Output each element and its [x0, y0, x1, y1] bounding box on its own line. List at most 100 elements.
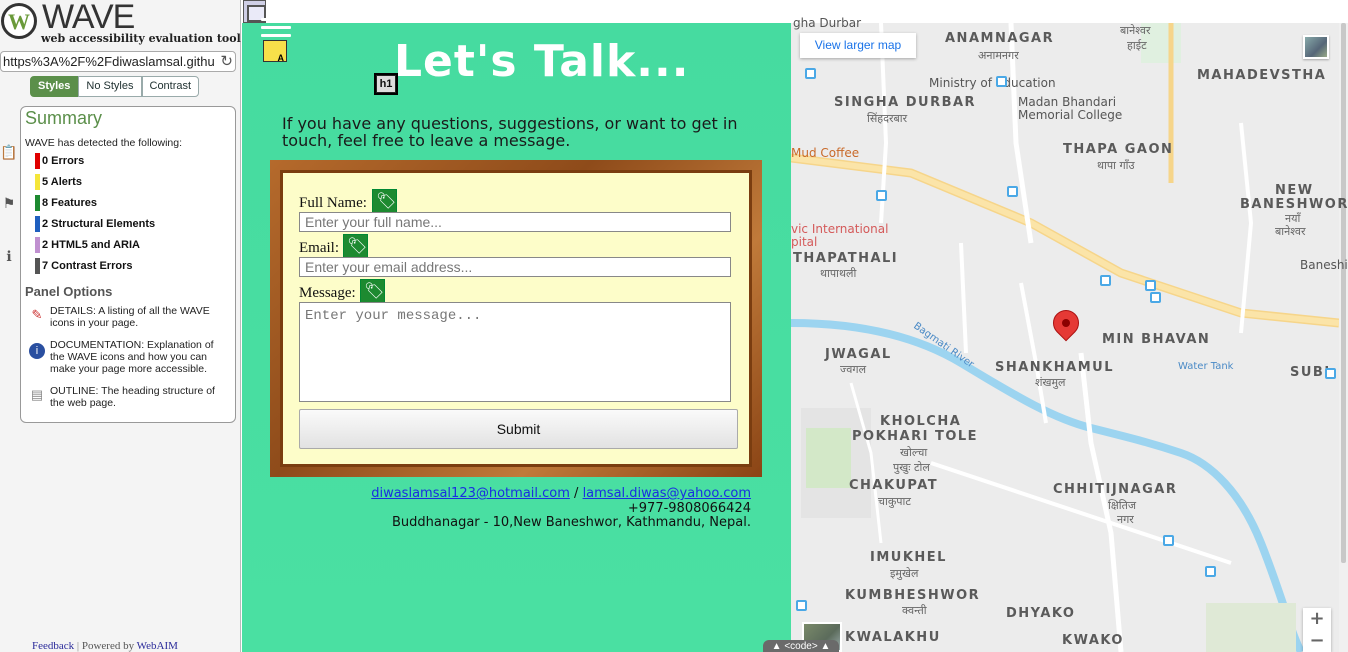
intro-text: If you have any questions, suggestions, … — [282, 114, 738, 150]
zoom-in-button[interactable]: + — [1303, 608, 1331, 630]
map-label: क्वन्ती — [902, 604, 927, 617]
map-label: SHANKHAMUL — [995, 360, 1114, 375]
page-title: Let's Talk... — [394, 36, 690, 87]
bus-stop-icon[interactable] — [876, 190, 887, 201]
aria-color-bar — [35, 237, 40, 253]
option-details[interactable]: DETAILS: A listing of all the WAVE icons… — [50, 305, 230, 329]
map-scrollbar[interactable] — [1339, 23, 1348, 652]
option-documentation[interactable]: DOCUMENTATION: Explanation of the WAVE i… — [50, 339, 230, 375]
phone-number: +977-9808066424 — [627, 500, 751, 516]
full-name-input[interactable]: Enter your full name... — [299, 212, 731, 232]
reload-icon[interactable]: ↻ — [220, 52, 233, 71]
poi-marker-icon[interactable] — [805, 68, 816, 79]
poi-label[interactable]: Ministry of Education — [929, 76, 1056, 90]
label-tag-icon[interactable] — [360, 279, 385, 304]
h1-heading-icon[interactable]: h1 — [374, 73, 398, 95]
poi-label[interactable]: gha Durbar — [793, 16, 861, 30]
panel-options-title: Panel Options — [25, 284, 113, 299]
option-outline[interactable]: OUTLINE: The heading structure of the we… — [50, 385, 230, 409]
map-label: बानेश्वर — [1275, 225, 1306, 238]
bus-stop-icon[interactable] — [1205, 566, 1216, 577]
wave-sidebar: W WAVE web accessibility evaluation tool… — [0, 0, 241, 652]
view-larger-map-link[interactable]: View larger map — [800, 33, 916, 58]
details-flag-icon[interactable]: ⚑ — [0, 195, 18, 217]
poi-label[interactable]: Madan Bhandari — [1018, 95, 1116, 109]
wave-logo[interactable]: W WAVE web accessibility evaluation tool — [0, 0, 241, 50]
map-label: ज्वगल — [840, 363, 867, 376]
map-label: THAPATHALI — [793, 251, 899, 266]
tab-styles[interactable]: Styles — [30, 76, 79, 97]
documentation-info-icon[interactable]: ℹ — [0, 248, 18, 270]
label-tag-icon[interactable] — [372, 189, 397, 214]
bus-stop-icon[interactable] — [1145, 280, 1156, 291]
wave-summary-panel: Summary WAVE has detected the following:… — [20, 106, 236, 423]
wave-tagline: web accessibility evaluation tool — [41, 32, 241, 45]
structural-color-bar — [35, 216, 40, 232]
info-icon[interactable]: i — [29, 343, 45, 359]
poi-label[interactable]: Water Tank — [1178, 361, 1233, 372]
powered-by-text: Powered by — [81, 640, 135, 652]
map-label: नगर — [1117, 513, 1134, 526]
details-flag-icon[interactable]: ✎ — [29, 307, 45, 323]
bus-stop-icon[interactable] — [1150, 292, 1161, 303]
feedback-link[interactable]: Feedback — [32, 640, 74, 652]
poi-marker-icon[interactable] — [796, 600, 807, 611]
category-html5-aria[interactable]: 2 HTML5 and ARIA — [35, 237, 140, 253]
map-label: NEW — [1275, 183, 1314, 198]
features-color-bar — [35, 195, 40, 211]
map-label: JWAGAL — [825, 347, 892, 362]
email-input[interactable]: Enter your email address... — [299, 257, 731, 277]
contact-form-frame: Full Name: Enter your full name... Email… — [270, 160, 762, 477]
email-link-yahoo[interactable]: lamsal.diwas@yahoo.com — [583, 486, 751, 501]
zoom-out-button[interactable]: − — [1303, 630, 1331, 652]
map-label: अनामनगर — [978, 49, 1019, 62]
map-label: KWAKO — [1062, 633, 1124, 648]
wave-url-input[interactable]: https%3A%2F%2Fdiwaslamsal.githu ↻ — [0, 51, 236, 72]
alt-text-alert-icon[interactable]: A — [263, 40, 287, 63]
bus-stop-icon[interactable] — [1325, 368, 1336, 379]
map-label: CHHITIJNAGAR — [1053, 482, 1178, 497]
map-label: क्षितिज — [1108, 499, 1137, 512]
poi-marker-icon[interactable] — [996, 76, 1007, 87]
full-name-label: Full Name: — [299, 195, 367, 211]
category-errors[interactable]: 0 Errors — [35, 153, 84, 169]
bus-stop-icon[interactable] — [1163, 535, 1174, 546]
bus-stop-icon[interactable] — [1100, 275, 1111, 286]
category-features[interactable]: 8 Features — [35, 195, 97, 211]
category-contrast[interactable]: 7 Contrast Errors — [35, 258, 132, 274]
tab-contrast[interactable]: Contrast — [141, 76, 200, 97]
contrast-color-bar — [35, 258, 40, 274]
message-textarea[interactable]: Enter your message... — [299, 302, 731, 402]
map-label: हाईट — [1127, 39, 1147, 52]
poi-label[interactable]: Memorial College — [1018, 108, 1122, 122]
poi-label[interactable]: Baneshi — [1300, 258, 1348, 272]
email-link-hotmail[interactable]: diwaslamsal123@hotmail.com — [371, 486, 570, 501]
category-structural[interactable]: 2 Structural Elements — [35, 216, 155, 232]
map-zoom-controls: + − — [1303, 608, 1331, 652]
tab-no-styles[interactable]: No Styles — [78, 76, 142, 97]
map-label: THAPA GAON — [1063, 142, 1174, 157]
map-label: पुखुः टोल — [893, 461, 930, 474]
wave-code-toggle[interactable]: ▲ <code> ▲ — [763, 640, 839, 652]
map-label: IMUKHEL — [870, 550, 947, 565]
webaim-link[interactable]: WebAIM — [137, 640, 178, 652]
alerts-color-bar — [35, 174, 40, 190]
map-label: KWALAKHU — [845, 630, 941, 645]
map-label: थापाथली — [820, 267, 857, 280]
summary-clipboard-icon[interactable]: 📋 — [0, 144, 18, 166]
label-tag-icon[interactable] — [343, 234, 368, 259]
map-label: चाकुपाट — [878, 495, 911, 508]
map-label: BANESHWOR — [1240, 197, 1348, 212]
map-label: थापा गाँउ — [1097, 159, 1135, 172]
poi-label[interactable]: pital — [791, 235, 817, 249]
poi-label[interactable]: vic International — [791, 222, 888, 236]
hamburger-menu-icon[interactable] — [261, 18, 291, 40]
submit-button[interactable]: Submit — [299, 409, 738, 449]
bus-stop-icon[interactable] — [1007, 186, 1018, 197]
poi-label[interactable]: Mud Coffee — [791, 146, 859, 160]
category-alerts[interactable]: 5 Alerts — [35, 174, 82, 190]
satellite-view-toggle[interactable] — [1303, 35, 1329, 59]
outline-doc-icon[interactable]: ▤ — [29, 387, 45, 403]
contact-form: Full Name: Enter your full name... Email… — [280, 170, 752, 467]
email-label: Email: — [299, 240, 339, 256]
